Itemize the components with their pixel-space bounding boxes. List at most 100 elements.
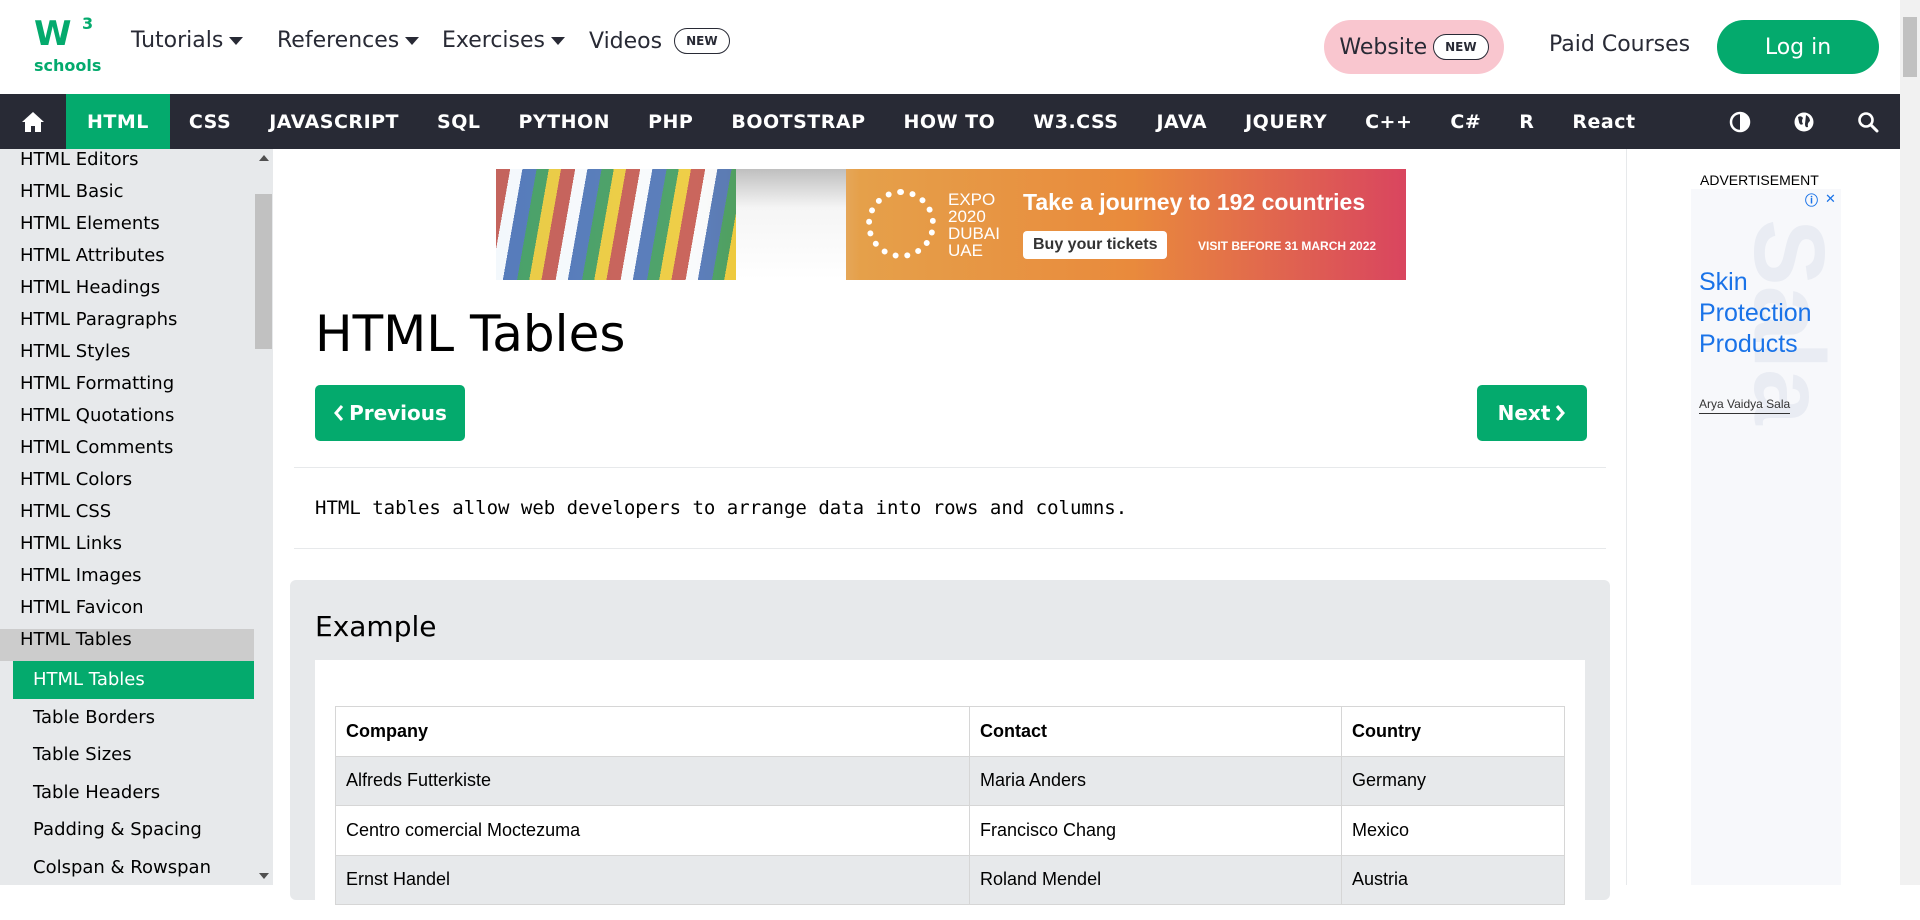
new-badge: NEW bbox=[674, 28, 730, 54]
nav-tutorials[interactable]: Tutorials bbox=[131, 28, 244, 53]
sidebar-item-html-paragraphs[interactable]: HTML Paragraphs bbox=[0, 309, 254, 341]
topic-python[interactable]: PYTHON bbox=[499, 94, 629, 149]
sidebar-item-html-css[interactable]: HTML CSS bbox=[0, 501, 254, 533]
topic-php[interactable]: PHP bbox=[629, 94, 712, 149]
search-icon[interactable] bbox=[1836, 94, 1900, 149]
ad-title-line: Products bbox=[1699, 330, 1798, 358]
sidebar-item-html-formatting[interactable]: HTML Formatting bbox=[0, 373, 254, 405]
sidebar-item-html-headings[interactable]: HTML Headings bbox=[0, 277, 254, 309]
sidebar-subitem-html-tables[interactable]: HTML Tables bbox=[13, 661, 254, 699]
close-icon[interactable]: ✕ bbox=[1822, 191, 1839, 208]
sidebar-item-html-editors[interactable]: HTML Editors bbox=[0, 149, 254, 181]
paid-courses-link[interactable]: Paid Courses bbox=[1549, 32, 1690, 57]
sidebar-item-html-elements[interactable]: HTML Elements bbox=[0, 213, 254, 245]
nav-references[interactable]: References bbox=[277, 28, 420, 53]
table-cell: Centro comercial Moctezuma bbox=[335, 805, 970, 856]
nav-references-label: References bbox=[277, 28, 400, 53]
topic-csharp[interactable]: C# bbox=[1431, 94, 1500, 149]
banner-note: VISIT BEFORE 31 MARCH 2022 bbox=[1198, 239, 1377, 253]
previous-label: Previous bbox=[349, 401, 447, 425]
main-content: EXPO 2020 DUBAI UAE Take a journey to 19… bbox=[273, 149, 1626, 920]
sidebar-item-html-styles[interactable]: HTML Styles bbox=[0, 341, 254, 373]
sidebar-group-html-tables[interactable]: HTML Tables bbox=[0, 629, 254, 661]
ad-title-line: Protection bbox=[1699, 299, 1812, 327]
website-button[interactable]: Website NEW bbox=[1324, 20, 1504, 74]
globe-icon[interactable] bbox=[1772, 94, 1836, 149]
advertisement-label: ADVERTISEMENT bbox=[1700, 172, 1819, 188]
sidebar-item-html-favicon[interactable]: HTML Favicon bbox=[0, 597, 254, 629]
chevron-right-icon bbox=[1556, 405, 1566, 421]
sidebar-item-html-comments[interactable]: HTML Comments bbox=[0, 437, 254, 469]
logo-superscript: 3 bbox=[82, 14, 94, 33]
example-box: Example Company Contact Country Alfreds … bbox=[290, 580, 1610, 920]
w3schools-logo[interactable]: W 3 schools bbox=[30, 14, 102, 78]
ad-brand[interactable]: Arya Vaidya Sala bbox=[1699, 397, 1791, 414]
table-cell: Francisco Chang bbox=[969, 805, 1342, 856]
table-row: Ernst Handel Roland Mendel Austria bbox=[335, 854, 1565, 905]
expo-banner-ad[interactable]: EXPO 2020 DUBAI UAE Take a journey to 19… bbox=[496, 169, 1406, 280]
page-scroll-thumb[interactable] bbox=[1903, 17, 1917, 77]
topic-sql[interactable]: SQL bbox=[418, 94, 499, 149]
expo-line: EXPO bbox=[948, 190, 996, 209]
expo-logo-text: EXPO 2020 DUBAI UAE bbox=[948, 191, 1000, 259]
sidebar-item-html-links[interactable]: HTML Links bbox=[0, 533, 254, 565]
sidebar-subitem-padding-spacing[interactable]: Padding & Spacing bbox=[0, 811, 254, 849]
ad-title[interactable]: Skin Protection Products bbox=[1699, 267, 1812, 360]
nav-tools bbox=[1708, 94, 1900, 149]
buy-tickets-button[interactable]: Buy your tickets bbox=[1023, 231, 1168, 259]
topic-java[interactable]: JAVA bbox=[1137, 94, 1226, 149]
sidebar-item-html-quotations[interactable]: HTML Quotations bbox=[0, 405, 254, 437]
topic-javascript[interactable]: JAVASCRIPT bbox=[250, 94, 418, 149]
intro-text: HTML tables allow web developers to arra… bbox=[315, 497, 1128, 519]
sidebar-scrollbar[interactable] bbox=[254, 149, 273, 885]
top-bar: W 3 schools Tutorials References Exercis… bbox=[0, 0, 1900, 94]
caret-down-icon bbox=[229, 36, 244, 45]
table-header-cell: Company bbox=[335, 706, 970, 757]
sidebar-item-html-attributes[interactable]: HTML Attributes bbox=[0, 245, 254, 277]
new-badge: NEW bbox=[1433, 34, 1489, 60]
sidebar-scroll-thumb[interactable] bbox=[255, 194, 272, 349]
sidebar-item-html-basic[interactable]: HTML Basic bbox=[0, 181, 254, 213]
topic-css[interactable]: CSS bbox=[170, 94, 250, 149]
scroll-up-arrow-icon[interactable] bbox=[259, 155, 269, 161]
topic-howto[interactable]: HOW TO bbox=[885, 94, 1015, 149]
nav-tutorials-label: Tutorials bbox=[131, 28, 224, 53]
topic-bootstrap[interactable]: BOOTSTRAP bbox=[712, 94, 884, 149]
sidebar-item-html-images[interactable]: HTML Images bbox=[0, 565, 254, 597]
table-cell: Mexico bbox=[1341, 805, 1565, 856]
previous-button[interactable]: Previous bbox=[315, 385, 465, 441]
sidebar-subitem-colspan-rowspan[interactable]: Colspan & Rowspan bbox=[0, 849, 254, 886]
caret-down-icon bbox=[551, 36, 566, 45]
topic-react[interactable]: React bbox=[1553, 94, 1654, 149]
page-scrollbar[interactable] bbox=[1900, 0, 1920, 885]
nav-exercises[interactable]: Exercises bbox=[442, 28, 566, 53]
nav-videos[interactable]: Videos NEW bbox=[589, 28, 730, 54]
scroll-down-arrow-icon[interactable] bbox=[259, 873, 269, 879]
topic-r[interactable]: R bbox=[1500, 94, 1553, 149]
logo-text: schools bbox=[34, 56, 102, 75]
divider bbox=[294, 467, 1606, 468]
info-icon[interactable]: ⓘ bbox=[1803, 191, 1820, 209]
login-button[interactable]: Log in bbox=[1717, 20, 1879, 74]
sidebar-subitem-table-sizes[interactable]: Table Sizes bbox=[0, 736, 254, 774]
logo-mark: W bbox=[34, 14, 71, 54]
table-cell: Alfreds Futterkiste bbox=[335, 755, 970, 806]
skin-protection-ad[interactable]: Arya Vaidya Sala Skin Protection Product… bbox=[1691, 189, 1841, 885]
sidebar-item-html-colors[interactable]: HTML Colors bbox=[0, 469, 254, 501]
sidebar: HTML Editors HTML Basic HTML Elements HT… bbox=[0, 149, 273, 885]
expo-line: UAE bbox=[948, 241, 983, 260]
topic-html[interactable]: HTML bbox=[66, 94, 170, 149]
sidebar-subitem-table-headers[interactable]: Table Headers bbox=[0, 774, 254, 812]
topic-nav: HTML CSS JAVASCRIPT SQL PYTHON PHP BOOTS… bbox=[0, 94, 1900, 149]
example-table: Company Contact Country Alfreds Futterki… bbox=[335, 706, 1565, 905]
next-button[interactable]: Next bbox=[1477, 385, 1587, 441]
caret-down-icon bbox=[405, 36, 420, 45]
sidebar-subitem-table-borders[interactable]: Table Borders bbox=[0, 699, 254, 737]
contrast-icon[interactable] bbox=[1708, 94, 1772, 149]
table-cell: Austria bbox=[1341, 854, 1565, 905]
topic-cpp[interactable]: C++ bbox=[1346, 94, 1431, 149]
right-ad-column: ADVERTISEMENT Arya Vaidya Sala Skin Prot… bbox=[1626, 149, 1900, 885]
home-icon[interactable] bbox=[0, 94, 66, 149]
topic-jquery[interactable]: JQUERY bbox=[1226, 94, 1346, 149]
topic-w3css[interactable]: W3.CSS bbox=[1014, 94, 1137, 149]
